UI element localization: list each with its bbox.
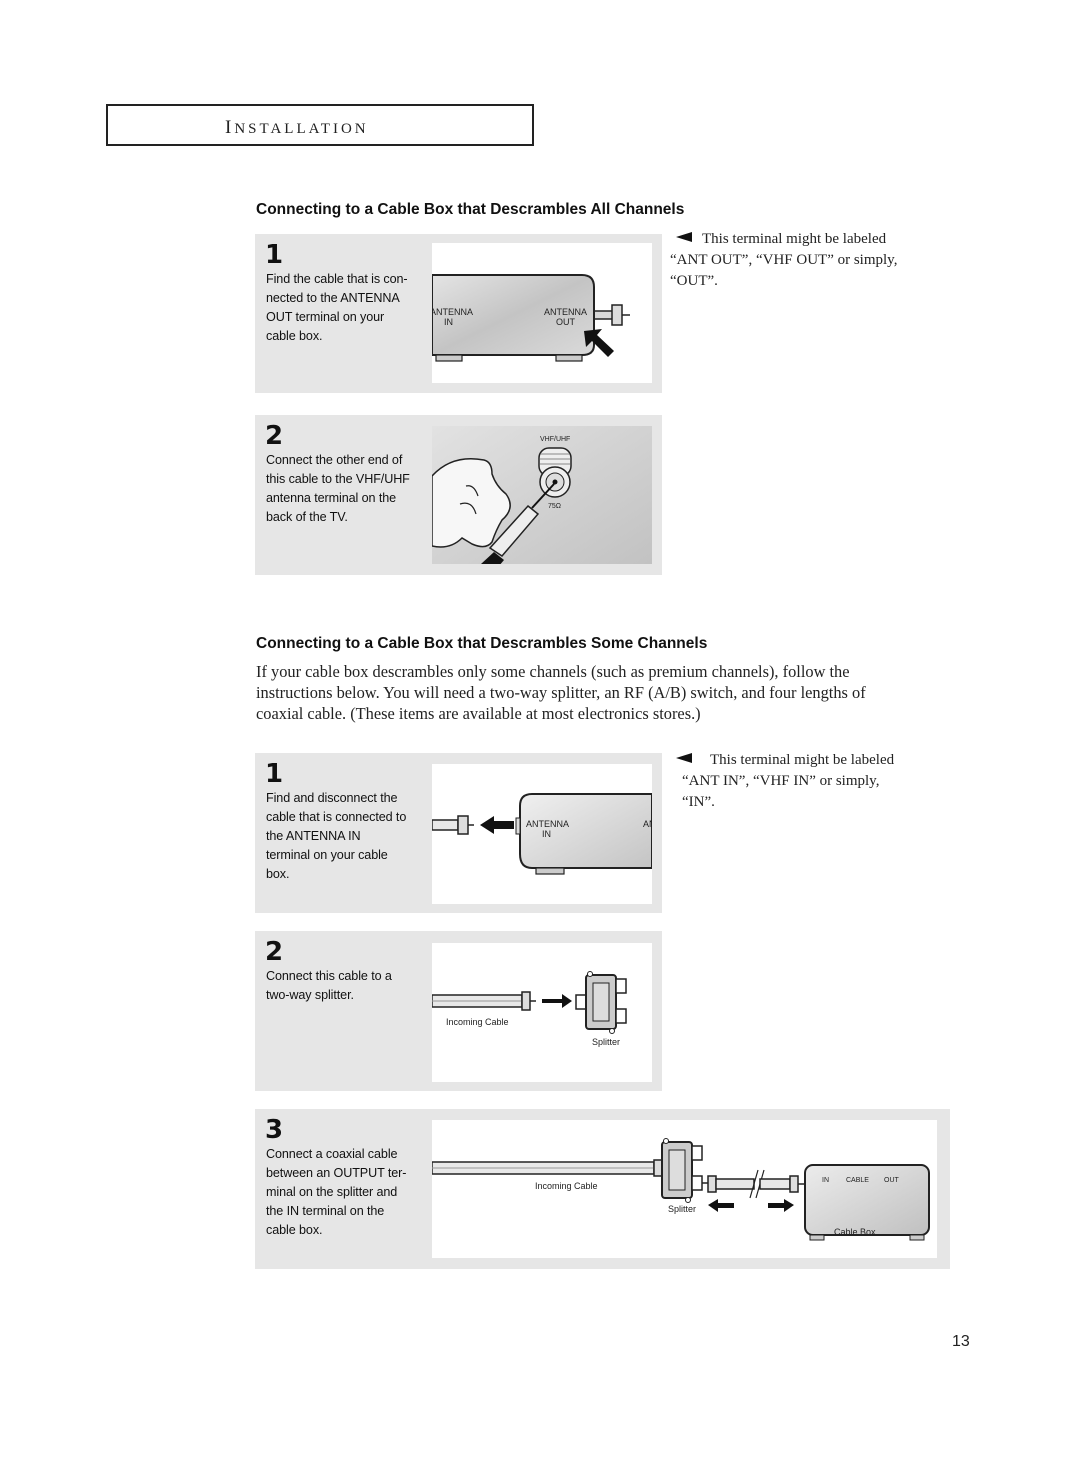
splitter-to-cable-box-figure: IN CABLE OUT Incoming Cable Splitter Cab… xyxy=(432,1120,937,1258)
left-pointer-icon xyxy=(676,232,692,242)
step-description: Connect a coaxial cable between an OUTPU… xyxy=(266,1145,426,1240)
desc-line: the IN terminal on the xyxy=(266,1204,385,1218)
right-arrow-icon xyxy=(768,1199,794,1212)
intro-line: coaxial cable. (These items are availabl… xyxy=(256,704,701,723)
desc-line: Find the cable that is con- xyxy=(266,272,408,286)
left-arrow-icon xyxy=(708,1199,734,1212)
step-number: 3 xyxy=(265,1115,284,1145)
step-panel-all-1: 1 Find the cable that is con- nected to … xyxy=(255,234,662,393)
desc-line: back of the TV. xyxy=(266,510,348,524)
cable-box-shape xyxy=(519,793,652,869)
note-line: “ANT OUT”, “VHF OUT” or simply, xyxy=(670,252,898,268)
note-line: “IN”. xyxy=(682,794,715,810)
label-antenna-out-1: ANTENNA xyxy=(544,307,587,317)
label-antenna-cut: AN xyxy=(643,819,652,829)
label-antenna-in-1: ANTENNA xyxy=(432,307,473,317)
desc-line: antenna terminal on the xyxy=(266,491,397,505)
label-incoming-cable: Incoming Cable xyxy=(535,1181,598,1191)
desc-line: between an OUTPUT ter- xyxy=(266,1166,407,1180)
desc-line: cable box. xyxy=(266,1223,323,1237)
label-cable-box: Cable Box xyxy=(834,1227,876,1237)
step-number: 1 xyxy=(265,759,284,789)
label-antenna-out-2: OUT xyxy=(556,317,576,327)
note-line: “OUT”. xyxy=(670,273,718,289)
step-panel-some-1: 1 Find and disconnect the cable that is … xyxy=(255,753,662,913)
desc-line: terminal on your cable xyxy=(266,848,388,862)
desc-line: cable that is connected to xyxy=(266,810,407,824)
label-box-cable: CABLE xyxy=(846,1177,869,1184)
intro-paragraph: If your cable box descrambles only some … xyxy=(256,661,956,724)
heading-some-channels: Connecting to a Cable Box that Descrambl… xyxy=(256,635,708,652)
left-pointer-icon xyxy=(676,753,692,763)
label-antenna-in-2: IN xyxy=(542,829,551,839)
cable-box-in-figure: ANTENNA IN AN xyxy=(432,764,652,904)
note-line: “ANT IN”, “VHF IN” or simply, xyxy=(682,773,880,789)
label-box-in: IN xyxy=(822,1177,829,1184)
note-ant-in: This terminal might be labeled “ANT IN”,… xyxy=(676,750,946,813)
desc-line: two-way splitter. xyxy=(266,988,354,1002)
desc-line: cable box. xyxy=(266,329,323,343)
label-splitter: Splitter xyxy=(668,1204,696,1214)
desc-line: the ANTENNA IN xyxy=(266,829,361,843)
step-panel-some-2: 2 Connect this cable to a two-way splitt… xyxy=(255,931,662,1091)
step-panel-all-2: 2 Connect the other end of this cable to… xyxy=(255,415,662,575)
note-line: This terminal might be labeled xyxy=(702,231,887,247)
desc-line: Connect the other end of xyxy=(266,453,403,467)
desc-line: Connect a coaxial cable xyxy=(266,1147,398,1161)
desc-line: Find and disconnect the xyxy=(266,791,398,805)
step-description: Connect the other end of this cable to t… xyxy=(266,451,426,527)
page-number: 13 xyxy=(952,1333,970,1350)
step-panel-some-3: 3 Connect a coaxial cable between an OUT… xyxy=(255,1109,950,1269)
desc-line: OUT terminal on your xyxy=(266,310,385,324)
desc-line: minal on the splitter and xyxy=(266,1185,398,1199)
desc-line: this cable to the VHF/UHF xyxy=(266,472,410,486)
f-connector xyxy=(457,815,469,835)
label-splitter: Splitter xyxy=(592,1037,620,1047)
section-header-box: INSTALLATION xyxy=(106,104,534,146)
desc-line: nected to the ANTENNA xyxy=(266,291,400,305)
incoming-cable xyxy=(432,819,459,831)
label-incoming-cable: Incoming Cable xyxy=(446,1017,509,1027)
step-description: Find and disconnect the cable that is co… xyxy=(266,789,426,884)
heading-all-channels: Connecting to a Cable Box that Descrambl… xyxy=(256,201,685,218)
f-connector xyxy=(521,991,531,1011)
label-impedance: 75Ω xyxy=(548,503,561,510)
cable-box-out-figure: ANTENNA IN ANTENNA OUT xyxy=(432,243,652,383)
section-title-initial: I xyxy=(225,117,235,138)
desc-line: Connect this cable to a xyxy=(266,969,392,983)
intro-line: instructions below. You will need a two-… xyxy=(256,683,866,702)
step-description: Find the cable that is con- nected to th… xyxy=(266,270,426,346)
label-antenna-in-2: IN xyxy=(444,317,453,327)
step-description: Connect this cable to a two-way splitter… xyxy=(266,967,426,1005)
intro-line: If your cable box descrambles only some … xyxy=(256,662,850,681)
section-title: INSTALLATION xyxy=(225,117,369,139)
label-vhf-uhf: VHF/UHF xyxy=(540,436,570,443)
section-title-rest: NSTALLATION xyxy=(234,121,369,137)
right-arrow-icon xyxy=(542,994,572,1008)
step-number: 1 xyxy=(265,240,284,270)
f-connector xyxy=(611,304,623,326)
step-number: 2 xyxy=(265,421,284,451)
cable-box-shape xyxy=(804,1164,930,1236)
note-ant-out: This terminal might be labeled “ANT OUT”… xyxy=(670,229,946,292)
left-arrow-icon xyxy=(480,816,514,834)
tv-terminal-figure: VHF/UHF 75Ω xyxy=(432,426,652,564)
desc-line: box. xyxy=(266,867,290,881)
label-box-out: OUT xyxy=(884,1177,900,1184)
coax-cable-segment xyxy=(715,1178,755,1190)
splitter-figure: Incoming Cable Splitter xyxy=(432,943,652,1082)
label-antenna-in-1: ANTENNA xyxy=(526,819,569,829)
step-number: 2 xyxy=(265,937,284,967)
note-line: This terminal might be labeled xyxy=(710,752,895,768)
